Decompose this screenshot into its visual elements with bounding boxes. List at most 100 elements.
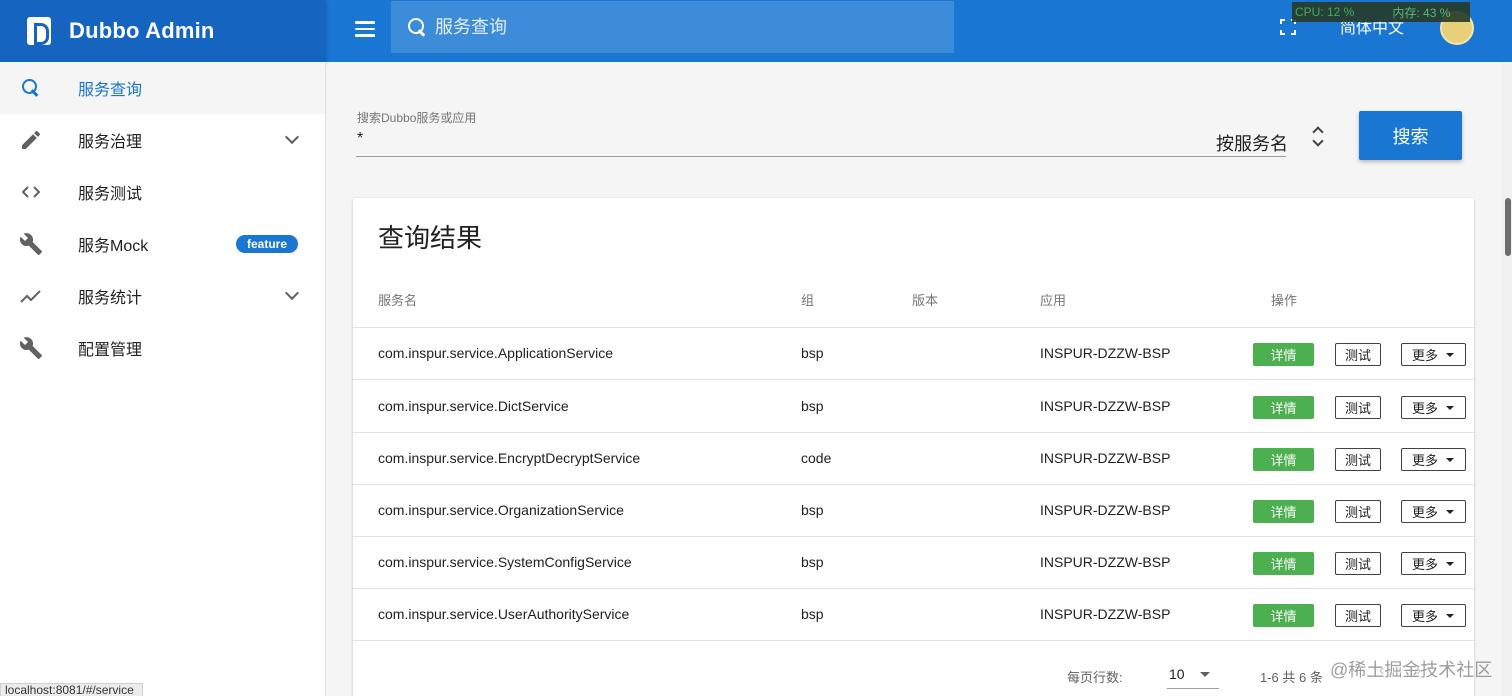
- group: bsp: [801, 502, 824, 518]
- more-button[interactable]: 更多: [1401, 500, 1466, 523]
- group: code: [801, 450, 832, 466]
- sidebar-item-service-mock[interactable]: 服务Mock feature: [0, 218, 325, 270]
- caret-down-icon: [1200, 672, 1210, 677]
- results-card: 查询结果 服务名 组 版本 应用 操作 com.inspur.service.A…: [353, 198, 1474, 696]
- column-header-group[interactable]: 组: [801, 290, 814, 309]
- rows-per-page-label: 每页行数:: [1067, 670, 1123, 685]
- more-button[interactable]: 更多: [1401, 448, 1466, 471]
- group: bsp: [801, 554, 824, 570]
- column-header-version[interactable]: 版本: [912, 290, 938, 309]
- search-icon: [19, 76, 43, 100]
- pencil-icon: [19, 128, 43, 152]
- global-search[interactable]: [391, 1, 954, 53]
- table-row: com.inspur.service.UserAuthorityService …: [353, 589, 1474, 641]
- chevron-down-icon[interactable]: [284, 285, 300, 301]
- trending-icon: [19, 284, 43, 308]
- unfold-icon[interactable]: [1311, 124, 1325, 148]
- more-label: 更多: [1412, 505, 1439, 520]
- detail-button[interactable]: 详情: [1253, 343, 1314, 366]
- code-icon: [19, 180, 43, 204]
- group: bsp: [801, 345, 824, 361]
- sidebar-item-service-test[interactable]: 服务测试: [0, 166, 325, 218]
- service-name: com.inspur.service.DictService: [378, 398, 569, 414]
- table-row: com.inspur.service.SystemConfigService b…: [353, 537, 1474, 589]
- caret-down-icon: [1446, 562, 1454, 566]
- caret-down-icon: [1446, 458, 1454, 462]
- caret-down-icon: [1446, 353, 1454, 357]
- detail-button[interactable]: 详情: [1253, 396, 1314, 419]
- sidebar-item-service-governance[interactable]: 服务治理: [0, 114, 325, 166]
- more-label: 更多: [1412, 557, 1439, 572]
- test-button[interactable]: 测试: [1335, 343, 1381, 366]
- search-type-select[interactable]: 按服务名: [1216, 130, 1288, 156]
- more-button[interactable]: 更多: [1401, 343, 1466, 366]
- test-button[interactable]: 测试: [1335, 604, 1381, 627]
- sidebar-item-service-search[interactable]: 服务查询: [0, 62, 325, 114]
- detail-button[interactable]: 详情: [1253, 500, 1314, 523]
- detail-button[interactable]: 详情: [1253, 552, 1314, 575]
- application: INSPUR-DZZW-BSP: [1040, 606, 1171, 622]
- app-bar: Dubbo Admin 简体中文 CPU: 12 % 内存: 43 %: [0, 0, 1512, 62]
- sidebar: 服务查询 服务治理 服务测试 服务Mock feature 服务统计 配置管理: [0, 62, 326, 696]
- sidebar-item-config-management[interactable]: 配置管理: [0, 322, 325, 374]
- search-input-underline: [356, 156, 1286, 157]
- table-row: com.inspur.service.ApplicationService bs…: [353, 328, 1474, 380]
- caret-down-icon: [1446, 614, 1454, 618]
- sidebar-item-service-statistics[interactable]: 服务统计: [0, 270, 325, 322]
- column-header-service[interactable]: 服务名: [378, 290, 417, 309]
- sidebar-item-label: 服务治理: [78, 134, 143, 151]
- service-name: com.inspur.service.ApplicationService: [378, 345, 613, 361]
- pagination-range: 1-6 共 6 条: [1260, 670, 1323, 685]
- detail-button[interactable]: 详情: [1253, 604, 1314, 627]
- table-row: com.inspur.service.EncryptDecryptService…: [353, 433, 1474, 485]
- wrench-icon: [19, 232, 43, 256]
- brand-title: Dubbo Admin: [69, 18, 215, 43]
- more-label: 更多: [1412, 401, 1439, 416]
- more-label: 更多: [1412, 348, 1439, 363]
- watermark: @稀土掘金技术社区: [1330, 660, 1493, 680]
- resource-monitor: CPU: 12 % 内存: 43 %: [1292, 2, 1470, 22]
- column-header-actions: 操作: [1271, 293, 1298, 308]
- more-button[interactable]: 更多: [1401, 396, 1466, 419]
- application: INSPUR-DZZW-BSP: [1040, 554, 1171, 570]
- memory-usage: 内存: 43 %: [1392, 5, 1451, 20]
- application: INSPUR-DZZW-BSP: [1040, 450, 1171, 466]
- table-row: com.inspur.service.OrganizationService b…: [353, 485, 1474, 537]
- scrollbar-track[interactable]: [1502, 62, 1512, 696]
- rows-per-page-value: 10: [1169, 666, 1185, 682]
- service-name: com.inspur.service.UserAuthorityService: [378, 606, 630, 622]
- sidebar-item-label: 服务查询: [78, 82, 143, 99]
- group: bsp: [801, 398, 824, 414]
- table-row: com.inspur.service.DictService bsp INSPU…: [353, 381, 1474, 433]
- menu-icon[interactable]: [353, 17, 377, 41]
- detail-button[interactable]: 详情: [1253, 448, 1314, 471]
- search-button[interactable]: 搜索: [1359, 111, 1462, 160]
- more-button[interactable]: 更多: [1401, 552, 1466, 575]
- rows-per-page-select[interactable]: 10: [1167, 659, 1219, 689]
- wrench-icon: [19, 336, 43, 360]
- test-button[interactable]: 测试: [1335, 448, 1381, 471]
- feature-badge: feature: [236, 235, 299, 253]
- application: INSPUR-DZZW-BSP: [1040, 345, 1171, 361]
- dubbo-logo-icon: [27, 17, 51, 45]
- more-button[interactable]: 更多: [1401, 604, 1466, 627]
- service-name: com.inspur.service.OrganizationService: [378, 502, 624, 518]
- column-header-app[interactable]: 应用: [1040, 290, 1066, 309]
- application: INSPUR-DZZW-BSP: [1040, 398, 1171, 414]
- brand[interactable]: Dubbo Admin: [0, 0, 326, 62]
- search-icon: [407, 17, 427, 37]
- test-button[interactable]: 测试: [1335, 552, 1381, 575]
- main-content: 搜索Dubbo服务或应用 * 按服务名 搜索 查询结果 服务名 组 版本 应用 …: [326, 62, 1502, 696]
- chevron-down-icon[interactable]: [284, 129, 300, 145]
- service-name: com.inspur.service.SystemConfigService: [378, 554, 632, 570]
- test-button[interactable]: 测试: [1335, 396, 1381, 419]
- scrollbar-thumb[interactable]: [1505, 198, 1511, 256]
- caret-down-icon: [1446, 510, 1454, 514]
- status-bar-url: localhost:8081/#/service: [0, 683, 143, 696]
- sidebar-item-label: 服务测试: [78, 186, 143, 203]
- sidebar-item-label: 服务统计: [78, 290, 143, 307]
- global-search-input[interactable]: [435, 16, 915, 38]
- search-input[interactable]: *: [357, 130, 363, 148]
- test-button[interactable]: 测试: [1335, 500, 1381, 523]
- results-title: 查询结果: [378, 223, 483, 253]
